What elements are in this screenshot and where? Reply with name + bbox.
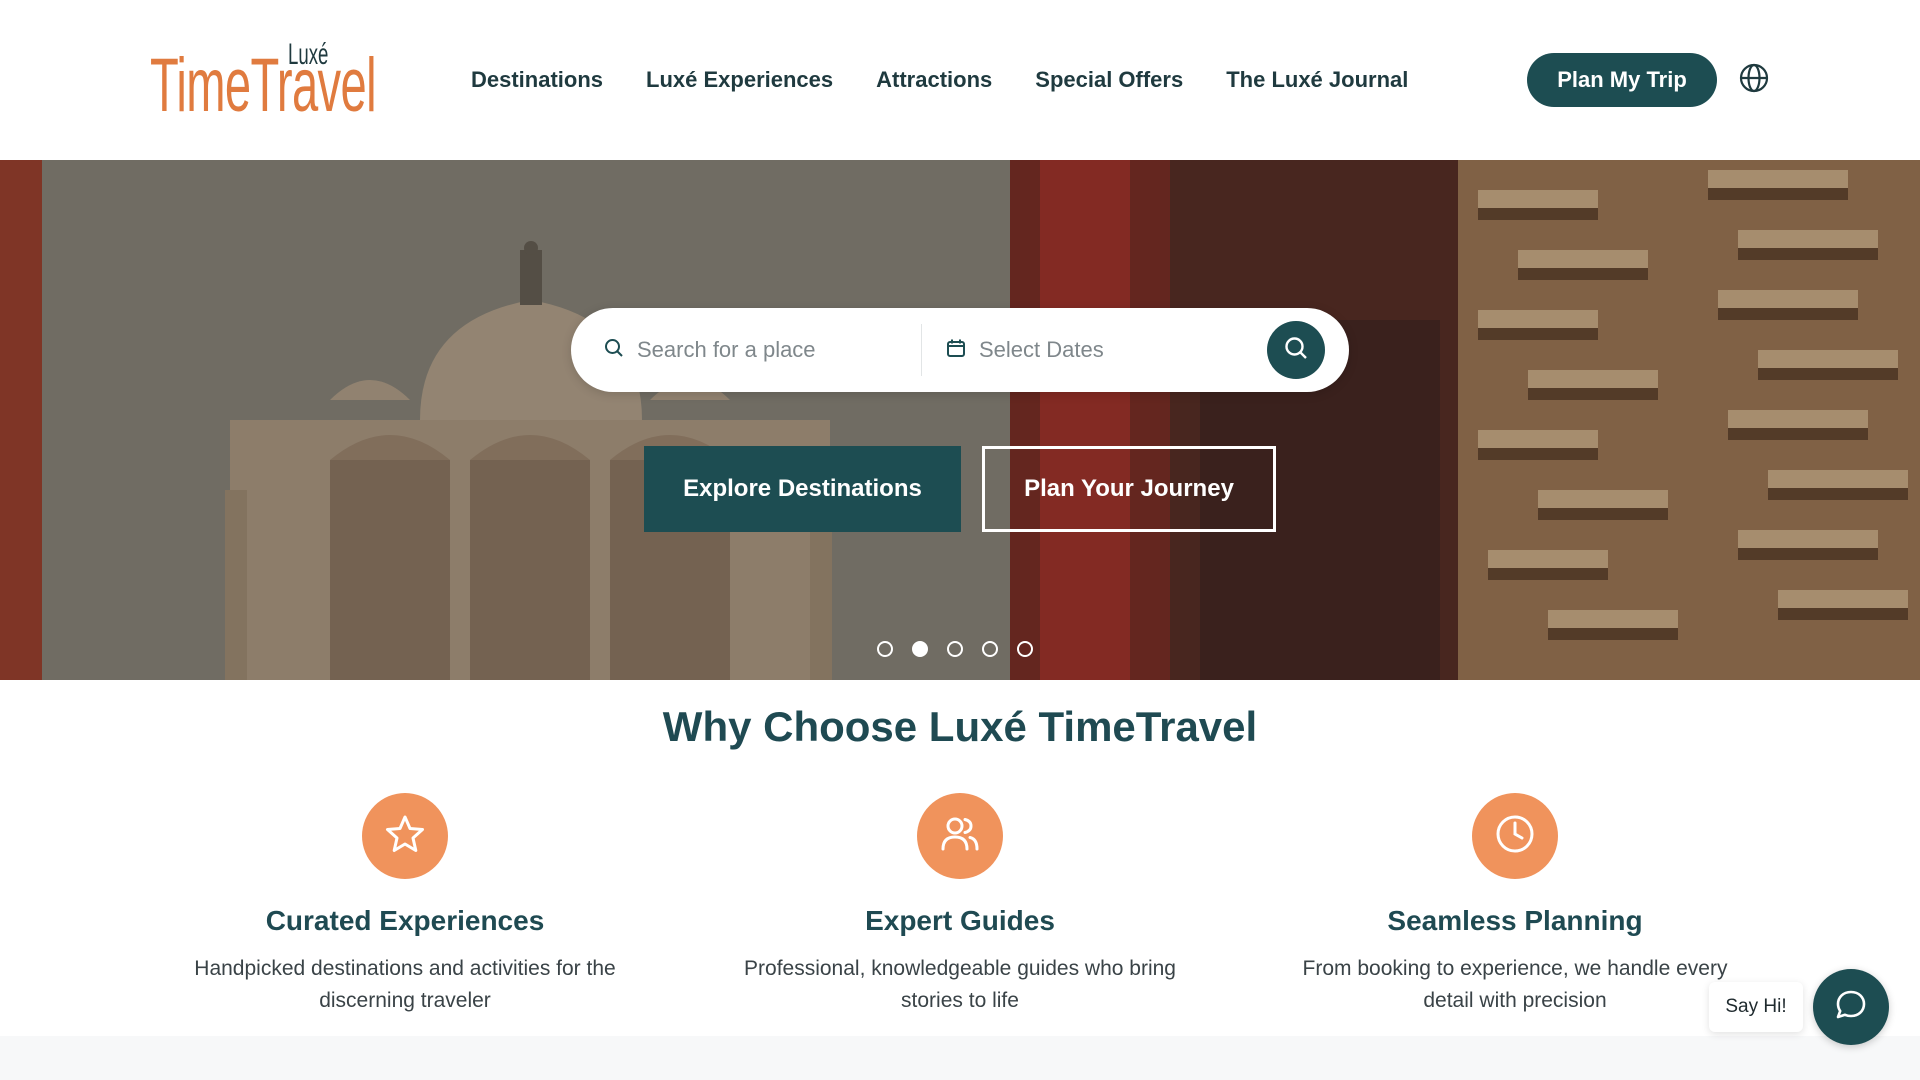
next-section-edge — [0, 1036, 1920, 1080]
logo-tagline: Luxé — [288, 38, 329, 71]
chat-icon — [1833, 987, 1869, 1028]
clock-icon — [1493, 812, 1537, 861]
feature-icon-circle — [917, 793, 1003, 879]
star-icon — [383, 812, 427, 861]
feature-icon-circle — [362, 793, 448, 879]
search-divider — [921, 324, 922, 376]
plan-your-journey-button[interactable]: Plan Your Journey — [982, 446, 1276, 532]
calendar-icon — [945, 337, 967, 364]
carousel-dot-5[interactable] — [1017, 641, 1033, 657]
search-icon — [603, 337, 625, 364]
dates-input[interactable] — [979, 337, 1239, 363]
search-bar — [571, 308, 1349, 392]
date-picker — [945, 308, 1245, 392]
nav-attractions[interactable]: Attractions — [876, 67, 992, 93]
feature-description: Professional, knowledgeable guides who b… — [744, 957, 1176, 1012]
nav-luxe-experiences[interactable]: Luxé Experiences — [646, 67, 833, 93]
carousel-dot-3[interactable] — [947, 641, 963, 657]
feature-description: Handpicked destinations and activities f… — [194, 957, 616, 1012]
carousel-dots — [877, 641, 1033, 657]
feature-description: From booking to experience, we handle ev… — [1302, 957, 1728, 1012]
feature-icon-circle — [1472, 793, 1558, 879]
globe-icon[interactable] — [1738, 62, 1770, 94]
chat-button[interactable] — [1813, 969, 1889, 1045]
logo-wordmark: TimeTravel — [150, 43, 377, 128]
place-search — [603, 308, 913, 392]
chat-greeting[interactable]: Say Hi! — [1709, 982, 1803, 1032]
feature-title: Expert Guides — [865, 905, 1055, 936]
search-icon — [1283, 335, 1309, 366]
feature-seamless-planning: Seamless Planning From booking to experi… — [1285, 793, 1745, 1017]
search-submit-button[interactable] — [1267, 321, 1325, 379]
carousel-dot-4[interactable] — [982, 641, 998, 657]
place-search-input[interactable] — [637, 337, 897, 363]
carousel-dot-1[interactable] — [877, 641, 893, 657]
explore-destinations-button[interactable]: Explore Destinations — [644, 446, 961, 532]
plan-my-trip-button[interactable]: Plan My Trip — [1527, 53, 1717, 107]
logo[interactable]: TimeTravel Luxé — [150, 38, 377, 124]
section-title: Why Choose Luxé TimeTravel — [662, 703, 1258, 750]
nav-special-offers[interactable]: Special Offers — [1035, 67, 1183, 93]
feature-expert-guides: Expert Guides Professional, knowledgeabl… — [730, 793, 1190, 1017]
feature-title: Curated Experiences — [265, 905, 545, 936]
feature-curated-experiences: Curated Experiences Handpicked destinati… — [175, 793, 635, 1017]
main-nav: Destinations Luxé Experiences Attraction… — [471, 60, 1408, 100]
nav-destinations[interactable]: Destinations — [471, 67, 603, 93]
feature-title: Seamless Planning — [1387, 905, 1643, 936]
site-header: TimeTravel Luxé Destinations Luxé Experi… — [0, 0, 1920, 160]
carousel-dot-2[interactable] — [912, 641, 928, 657]
hero-overlay — [0, 160, 1920, 680]
nav-luxe-journal[interactable]: The Luxé Journal — [1226, 67, 1408, 93]
users-icon — [938, 812, 982, 861]
hero-carousel — [0, 160, 1920, 680]
